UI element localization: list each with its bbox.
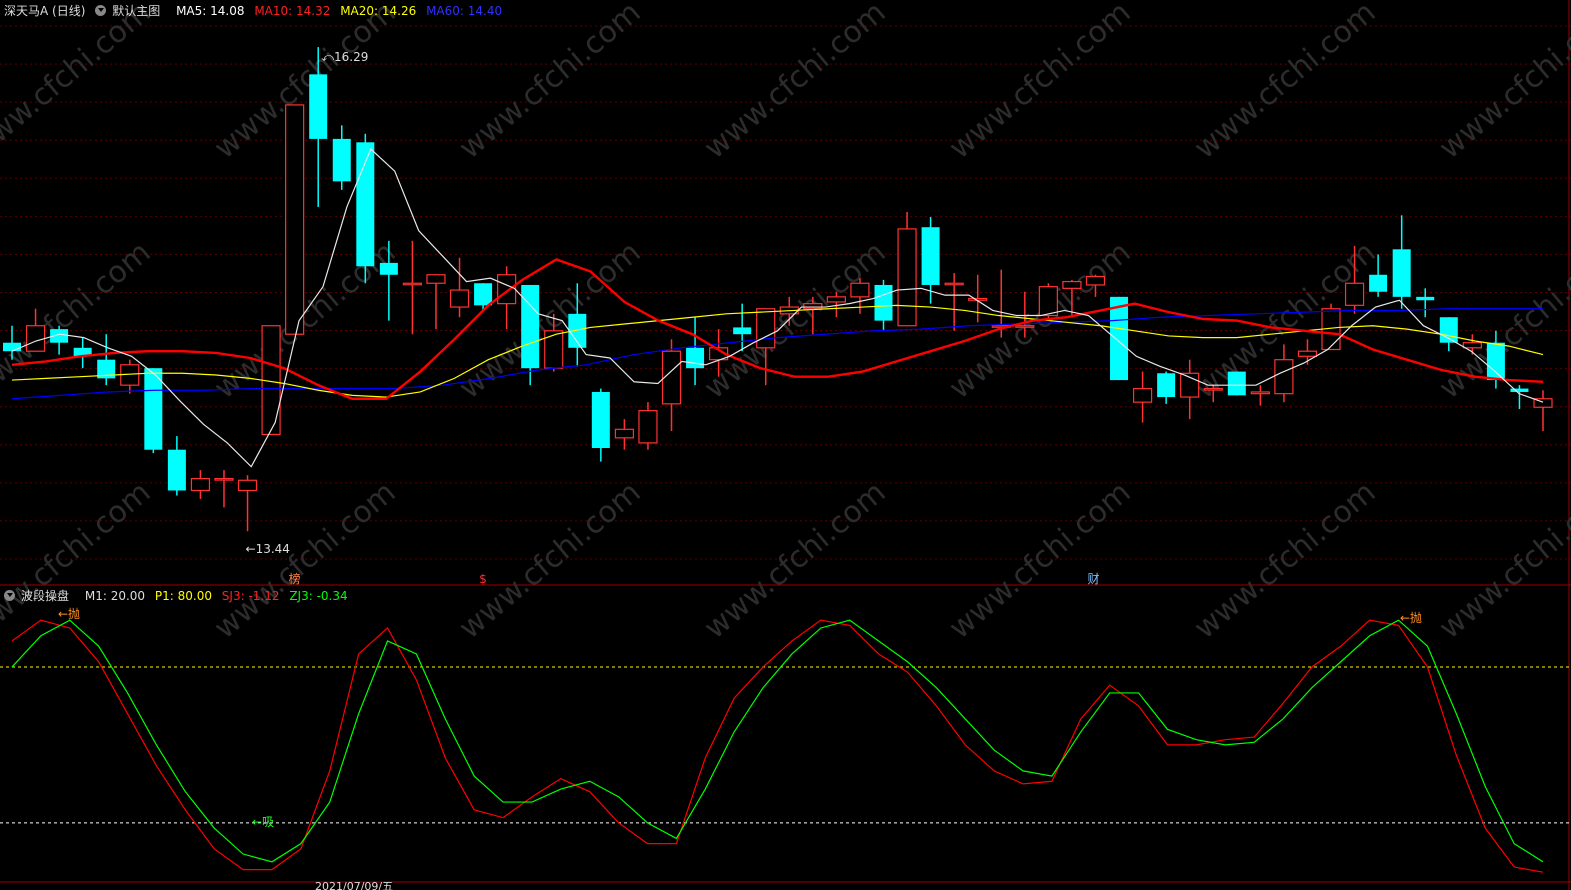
- watermark: www.cfchi.com: [1433, 0, 1571, 166]
- ma5-label: MA5: 14.08: [176, 4, 245, 18]
- template-dropdown[interactable]: 默认主图: [95, 4, 166, 18]
- indicator-k-line: [11, 619, 1544, 873]
- candle-up: [214, 477, 234, 481]
- candle-up: [1038, 286, 1058, 317]
- watermark: www.cfchi.com: [1188, 0, 1383, 166]
- candle-up: [1297, 350, 1318, 357]
- candle-down: [1486, 342, 1505, 381]
- candle-down: [733, 327, 752, 335]
- candle-up: [756, 308, 776, 349]
- dropdown-icon: [95, 5, 107, 16]
- candle-down: [1157, 373, 1176, 398]
- candle-up: [402, 282, 423, 286]
- candle-down: [591, 391, 610, 449]
- candle-up: [1274, 359, 1294, 395]
- zj3-label: ZJ3: -0.34: [289, 589, 348, 603]
- candle-down: [474, 283, 493, 306]
- indicator-dropdown[interactable]: 波段操盘: [4, 589, 75, 603]
- date-label: 2021/07/09/五: [315, 880, 393, 890]
- candle-up: [826, 296, 846, 303]
- indicator-name: 波段操盘: [21, 589, 70, 603]
- candle-down: [1227, 371, 1246, 396]
- watermark: www.cfchi.com: [698, 235, 893, 406]
- candle-up: [1015, 325, 1035, 328]
- candle-down: [379, 262, 398, 275]
- indicator-d-line: [11, 619, 1544, 863]
- buy-signal: ←吸: [252, 815, 274, 829]
- event-marker: 财: [1087, 572, 1099, 586]
- candle-down: [1416, 296, 1435, 301]
- candle-up: [1132, 387, 1153, 403]
- candle-up: [1203, 387, 1223, 391]
- event-marker: 榜: [289, 571, 301, 586]
- candle-up: [1462, 342, 1482, 349]
- candle-up: [1344, 282, 1365, 306]
- ma60-label: MA60: 14.40: [426, 4, 503, 18]
- sell-signal: ←抛: [58, 606, 80, 621]
- watermark: www.cfchi.com: [208, 0, 403, 166]
- dropdown-icon: [4, 590, 15, 601]
- main-header: 深天马A (日线) 默认主图 MA5: 14.08 MA10: 14.32 MA…: [4, 2, 508, 20]
- watermark: www.cfchi.com: [1433, 475, 1571, 646]
- template-label: 默认主图: [112, 4, 161, 18]
- stock-name[interactable]: 深天马A (日线): [4, 4, 85, 18]
- watermark: www.cfchi.com: [698, 475, 893, 646]
- event-marker: $: [479, 572, 487, 586]
- watermark: www.cfchi.com: [943, 475, 1138, 646]
- stock-chart[interactable]: www.cfchi.com www.cfchi.com www.cfchi.com w…: [0, 0, 1571, 890]
- candle-up: [1250, 391, 1270, 395]
- watermark: www.cfchi.com: [0, 0, 157, 166]
- candle-up: [497, 274, 517, 305]
- candle-up: [897, 228, 917, 327]
- candle-down: [3, 342, 21, 352]
- sell-signal: ←抛: [1400, 610, 1422, 625]
- ma20-label: MA20: 14.26: [340, 4, 417, 18]
- candle-down: [1392, 249, 1411, 297]
- high-price-label: ⤺16.29: [321, 50, 368, 64]
- candle-down: [1369, 274, 1388, 292]
- candle-down: [144, 368, 163, 450]
- p1-label: P1: 80.00: [154, 589, 212, 603]
- candle-up: [25, 325, 46, 352]
- candle-down: [309, 74, 328, 139]
- watermark: www.cfchi.com: [1188, 475, 1383, 646]
- watermark: www.cfchi.com: [943, 0, 1138, 166]
- watermark: www.cfchi.com: [453, 0, 648, 166]
- candle-up: [190, 477, 211, 492]
- candle-down: [167, 449, 186, 491]
- candle-up: [426, 274, 446, 284]
- candle-down: [332, 138, 351, 182]
- candle-up: [544, 330, 564, 369]
- candle-up: [449, 289, 470, 308]
- candle-up: [285, 104, 305, 335]
- candle-up: [1062, 280, 1082, 289]
- candle-up: [944, 282, 964, 286]
- candle-up: [1085, 275, 1106, 286]
- indicator-header: 波段操盘 M1: 20.00 P1: 80.00 SJ3: -1.12 ZJ3:…: [4, 587, 354, 605]
- candle-up: [968, 297, 988, 301]
- watermark: www.cfchi.com: [453, 235, 648, 406]
- ma10-label: MA10: 14.32: [254, 4, 331, 18]
- candle-up: [803, 303, 823, 310]
- low-price-label: ←13.44: [246, 542, 290, 556]
- candle-down: [1110, 296, 1129, 381]
- candle-down: [874, 284, 893, 321]
- candle-down: [921, 227, 940, 285]
- candle-down: [686, 347, 705, 369]
- sj3-label: SJ3: -1.12: [221, 589, 280, 603]
- watermark: www.cfchi.com: [208, 475, 403, 646]
- candle-up: [850, 282, 870, 298]
- candle-up: [237, 479, 258, 492]
- m1-label: M1: 20.00: [84, 589, 146, 603]
- watermark: www.cfchi.com: [698, 0, 893, 166]
- candle-down: [1510, 388, 1529, 392]
- candle-up: [638, 410, 658, 444]
- candle-down: [521, 284, 540, 369]
- watermark: www.cfchi.com: [453, 475, 648, 646]
- candle-up: [614, 428, 635, 439]
